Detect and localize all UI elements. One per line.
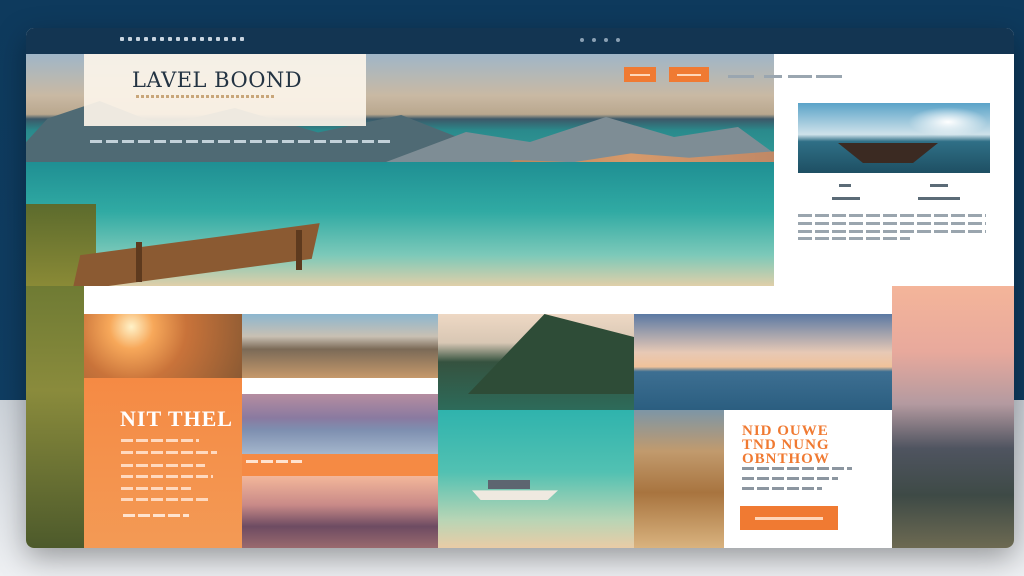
side-text-line bbox=[798, 237, 910, 240]
promo-left-text-line bbox=[121, 498, 209, 501]
side-text-line bbox=[798, 222, 986, 225]
promo-left-text-line bbox=[121, 487, 191, 490]
promo-left-text-line bbox=[121, 451, 217, 454]
promo-right-text-line bbox=[742, 487, 822, 490]
logo-underline bbox=[136, 95, 276, 98]
nav-link-3[interactable] bbox=[788, 75, 812, 78]
grass-photo bbox=[26, 286, 84, 548]
side-text-line bbox=[798, 230, 986, 233]
boat-shape bbox=[838, 143, 938, 163]
dock-post bbox=[296, 230, 302, 270]
hero-caption-text bbox=[90, 140, 390, 143]
side-label bbox=[930, 184, 948, 187]
dune-photo[interactable] bbox=[634, 410, 724, 548]
promo-right-text-line bbox=[742, 477, 838, 480]
side-sea-image[interactable] bbox=[798, 103, 990, 173]
promo-left-text-line bbox=[121, 439, 199, 442]
promo-left-text-line bbox=[121, 464, 205, 467]
cloud-shape bbox=[908, 107, 988, 137]
side-label bbox=[839, 184, 851, 187]
sunset-photo[interactable] bbox=[84, 314, 242, 378]
cliff-city-photo[interactable] bbox=[892, 286, 1014, 548]
nav-link-4[interactable] bbox=[816, 75, 842, 78]
nav-button-1[interactable] bbox=[624, 67, 656, 82]
promo-left-title: NIT THEL bbox=[120, 406, 233, 431]
nav-link-1[interactable] bbox=[728, 75, 754, 78]
valley-photo[interactable] bbox=[242, 314, 438, 378]
nav-link-2[interactable] bbox=[764, 75, 782, 78]
mountain-photo[interactable] bbox=[438, 314, 634, 410]
pier-photo[interactable] bbox=[242, 394, 438, 454]
side-label bbox=[918, 197, 960, 200]
pagination-dots-icon[interactable] bbox=[580, 38, 620, 42]
side-text-line bbox=[798, 214, 986, 217]
dock-post bbox=[136, 242, 142, 282]
lagoon-photo[interactable] bbox=[438, 410, 634, 548]
side-label bbox=[832, 197, 860, 200]
site-logo-title[interactable]: LAVEL BOOND bbox=[132, 68, 302, 92]
nav-button-2[interactable] bbox=[669, 67, 709, 82]
promo-right-title: NID OUWE TND NUNG OBNTHOW bbox=[742, 423, 830, 467]
promo-right-cta-button[interactable] bbox=[740, 506, 838, 530]
boat-cabin-shape bbox=[488, 480, 530, 489]
promo-left-text-line bbox=[121, 475, 213, 478]
promo-left-link[interactable] bbox=[123, 514, 189, 517]
title-bar bbox=[26, 28, 1014, 54]
window-dots-icon bbox=[120, 37, 244, 41]
pier-caption-text bbox=[246, 460, 302, 463]
palms-photo[interactable] bbox=[242, 476, 438, 548]
browser-window: LAVEL BOOND NIT THEL NID OUWE TND NUNG O bbox=[26, 28, 1014, 548]
sea-photo[interactable] bbox=[634, 314, 892, 410]
promo-right-text-line bbox=[742, 467, 852, 470]
pier-caption-bar bbox=[242, 454, 438, 476]
promo-card-left bbox=[84, 378, 242, 548]
